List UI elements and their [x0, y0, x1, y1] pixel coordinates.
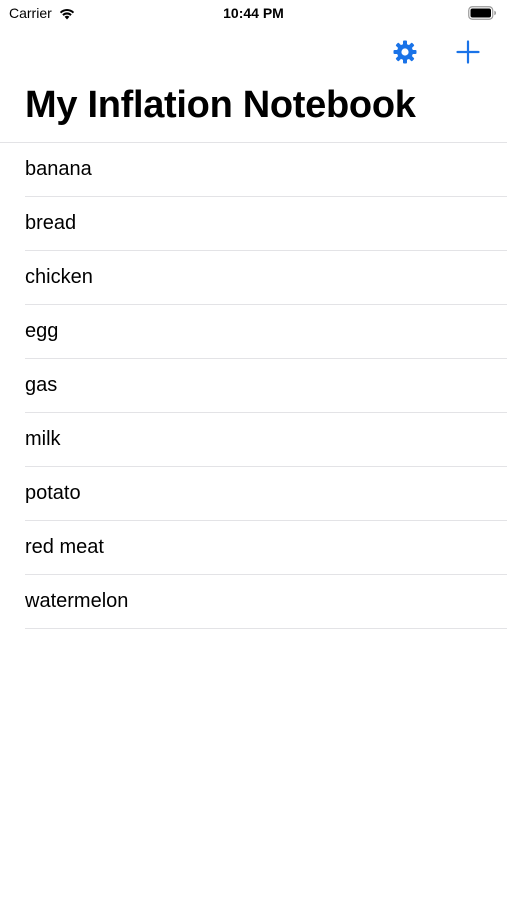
list-item[interactable]: bread — [25, 197, 507, 251]
list-item[interactable]: watermelon — [25, 575, 507, 629]
navigation-bar — [0, 34, 507, 74]
item-list: banana bread chicken egg gas milk potato… — [0, 142, 507, 629]
status-bar: Carrier 10:44 PM — [0, 0, 507, 28]
page-title: My Inflation Notebook — [25, 84, 416, 126]
list-item[interactable]: red meat — [25, 521, 507, 575]
status-time: 10:44 PM — [223, 5, 284, 21]
list-item[interactable]: chicken — [25, 251, 507, 305]
list-item-label: milk — [25, 428, 61, 450]
list-item[interactable]: milk — [25, 413, 507, 467]
list-item[interactable]: potato — [25, 467, 507, 521]
list-item-label: chicken — [25, 266, 93, 288]
list-item-label: banana — [25, 158, 92, 180]
list-item-label: red meat — [25, 536, 104, 558]
list-item-label: egg — [25, 320, 59, 342]
list-item-label: potato — [25, 482, 81, 504]
plus-icon — [456, 39, 480, 69]
gear-icon — [392, 39, 418, 70]
list-item[interactable]: gas — [25, 359, 507, 413]
list-item[interactable]: banana — [25, 143, 507, 197]
list-item-label: watermelon — [25, 590, 129, 612]
list-item-label: gas — [25, 374, 58, 396]
list-item-label: bread — [25, 212, 77, 234]
add-item-button[interactable] — [452, 38, 484, 70]
list-item[interactable]: egg — [25, 305, 507, 359]
settings-button[interactable] — [389, 38, 421, 70]
battery-full-icon — [468, 6, 497, 25]
